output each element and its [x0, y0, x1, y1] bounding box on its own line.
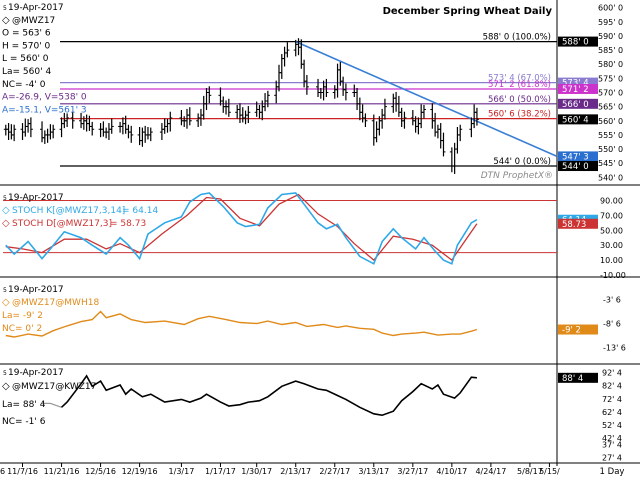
- y-tick-label: 90.00: [600, 196, 623, 205]
- watermark: DTN ProphetX®: [481, 171, 553, 181]
- x-tick-label: 11/21/16: [44, 467, 80, 476]
- y-tick-label: 570' 0: [598, 89, 623, 98]
- diamond-icon: ◇: [2, 15, 10, 26]
- last-label: La= 88' 4: [2, 400, 46, 410]
- y-tick-label: 82' 4: [602, 382, 622, 391]
- y-tick-label: -8' 6: [603, 320, 621, 329]
- y-tick-label: 62' 4: [602, 408, 622, 417]
- y-tick-label: 590' 0: [598, 32, 623, 41]
- value-tag-label: 58.73: [562, 220, 586, 230]
- value-tag-label: 88' 4: [562, 374, 583, 384]
- y-tick-label: 580' 0: [598, 60, 623, 69]
- interval-label: 1 Day: [600, 467, 625, 477]
- y-tick-label: 555' 0: [598, 131, 623, 140]
- stoch-k-value: = 64.14: [122, 206, 158, 216]
- x-tick-label: 4/24/17: [475, 467, 506, 476]
- y-tick-label: 600' 0: [598, 4, 623, 13]
- fib-label: 560' 6 (38.2%): [488, 110, 551, 120]
- fib-label: 566' 0 (50.0%): [488, 95, 551, 105]
- price-tag-label: 588' 0: [562, 38, 589, 48]
- y-tick-label: 30.00: [600, 241, 623, 250]
- study-b-label: A=-15.1, V=561' 3: [2, 105, 87, 115]
- price-tag-label: 566' 0: [562, 100, 589, 110]
- panel-number: 5: [3, 287, 7, 294]
- date-label: 19-Apr-2017: [8, 193, 64, 203]
- change-label: NC= -4' 0: [2, 80, 46, 90]
- open-label: O = 563' 6: [2, 29, 51, 39]
- value-tag-label: -9' 2: [562, 326, 581, 336]
- y-tick-label: 72' 4: [602, 395, 622, 404]
- spread-line: [5, 310, 478, 338]
- y-tick-label: 50.00: [600, 226, 623, 235]
- x-tick-label: 11/7/16: [7, 467, 38, 476]
- x-tick-label: 12/19/16: [122, 467, 158, 476]
- x-tick-label: 1/3/17: [169, 467, 195, 476]
- low-label: L = 560' 0: [2, 54, 49, 64]
- date-label: 19-Apr-2017: [8, 368, 64, 378]
- change-label: NC= 0' 2: [2, 324, 42, 334]
- price-tag-label: 571' 2: [562, 85, 589, 95]
- y-tick-label: -13' 6: [603, 344, 626, 353]
- high-label: H = 570' 0: [2, 41, 51, 51]
- x-tick-label: 3/13/17: [358, 467, 389, 476]
- y-tick-label: 565' 0: [598, 103, 623, 112]
- diamond-icon: ◇: [2, 381, 10, 392]
- y-tick-label: 52' 4: [602, 421, 622, 430]
- date-label: 19-Apr-2017: [8, 285, 64, 295]
- y-tick-label: 92' 4: [602, 369, 622, 378]
- y-tick-label: 560' 0: [598, 117, 623, 126]
- date-label: 19-Apr-2017: [8, 3, 64, 13]
- stoch-d-value: = 58.73: [110, 219, 146, 229]
- y-tick-label: 595' 0: [598, 18, 623, 27]
- x-tick-label: 3/27/17: [397, 467, 428, 476]
- spread-name: @MWZ17@KWZ17: [12, 382, 96, 392]
- spread-line: [60, 374, 477, 417]
- change-label: NC= -1' 6: [2, 417, 46, 427]
- y-tick-label: 70.00: [600, 211, 623, 220]
- last-label: La= 560' 4: [2, 67, 51, 77]
- study-a-label: A=-26.9, V=538' 0: [2, 93, 87, 103]
- price-tag-label: 544' 0: [562, 162, 589, 172]
- panel-number: 5: [3, 370, 7, 377]
- x-tick-label: 12/5/16: [85, 467, 116, 476]
- fib-label: 544' 0 (0.0%): [493, 157, 551, 167]
- y-tick-label: 10.00: [600, 256, 623, 265]
- y-tick-label: 27' 4: [602, 454, 622, 463]
- x-tick-label: 1/30/17: [241, 467, 272, 476]
- diamond-icon: ◇: [2, 297, 10, 308]
- stoch-d-name: STOCH D[@MWZ17,3]: [12, 219, 112, 229]
- y-tick-label: 540' 0: [598, 173, 623, 182]
- y-tick-label: 37' 4: [602, 441, 622, 450]
- fib-label: 588' 0 (100.0%): [483, 33, 551, 43]
- x-tick-label: 2/13/17: [280, 467, 311, 476]
- chart-title: December Spring Wheat Daily: [383, 6, 553, 17]
- x-tick-label: 5/15/: [539, 467, 560, 476]
- x-tick-label: 2/27/17: [319, 467, 350, 476]
- y-tick-label: -3' 6: [603, 295, 621, 304]
- x-tick-label: 1/17/17: [205, 467, 236, 476]
- diamond-icon: ◇: [2, 205, 10, 216]
- y-tick-label: -10.00: [600, 271, 626, 280]
- price-tag-label: 560' 4: [562, 115, 589, 125]
- panel-number: 5: [3, 5, 7, 12]
- x-tick-label: 6: [0, 467, 5, 476]
- y-tick-label: 545' 0: [598, 159, 623, 168]
- panel-number: 5: [3, 195, 7, 202]
- chart-canvas: 588' 0 (100.0%)573' 4 (67.0%)571' 2 (61.…: [0, 0, 640, 477]
- last-label: La= -9' 2: [2, 311, 43, 321]
- spread-name: @MWZ17@MWH18: [12, 298, 99, 308]
- symbol-label: @MWZ17: [12, 16, 55, 26]
- y-tick-label: 585' 0: [598, 46, 623, 55]
- price-tag-label: 547' 3: [562, 152, 589, 162]
- y-tick-label: 575' 0: [598, 74, 623, 83]
- x-tick-label: 4/10/17: [436, 467, 467, 476]
- y-tick-label: 550' 0: [598, 145, 623, 154]
- stoch-k-name: STOCH K[@MWZ17,3,14]: [12, 206, 125, 216]
- fib-label: 571' 2 (61.8%): [488, 80, 551, 90]
- diamond-icon: ◇: [2, 218, 10, 229]
